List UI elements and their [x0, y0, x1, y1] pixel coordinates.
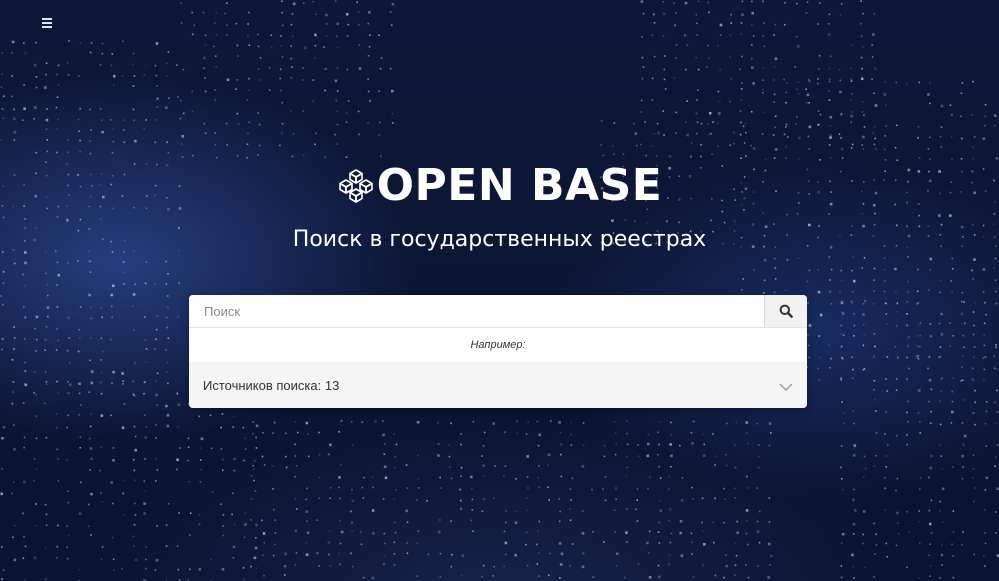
- logo-text: OPEN BASE: [376, 160, 663, 211]
- search-input[interactable]: [189, 295, 764, 327]
- page-tagline: Поиск в государственных реестрах: [292, 227, 707, 252]
- hero: OPEN BASE Поиск в государственных реестр…: [0, 156, 999, 256]
- cubes-logo-icon: [338, 169, 373, 203]
- search-sources-toggle[interactable]: Источников поиска: 13: [189, 362, 807, 408]
- logo: OPEN BASE: [337, 156, 663, 216]
- background-data-visual: [0, 0, 999, 581]
- hamburger-menu-icon: [42, 16, 52, 30]
- search-examples: Например:: [189, 328, 807, 362]
- search-icon: [779, 304, 793, 318]
- search-panel: Например: Источников поиска: 13: [189, 295, 807, 408]
- sources-count-label: Источников поиска: 13: [203, 377, 340, 393]
- chevron-down-icon: [779, 383, 793, 391]
- search-bar: [189, 295, 807, 328]
- search-button[interactable]: [764, 295, 807, 327]
- hamburger-menu-button[interactable]: [38, 14, 56, 32]
- example-label: Например:: [470, 339, 526, 351]
- background-dots-pattern: [0, 0, 999, 581]
